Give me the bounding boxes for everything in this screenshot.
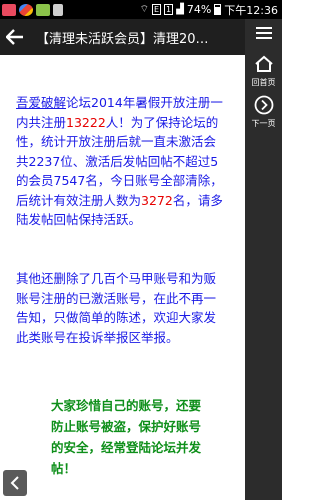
text-line: 后统计有效注册人数为3272名，请多 [16, 191, 245, 211]
home-button[interactable]: 回首页 [245, 53, 282, 88]
floating-back-button[interactable] [3, 470, 27, 496]
page-title: 【清理未活跃会员】清理20… [36, 31, 209, 47]
side-panel: 回首页 下一页 [245, 19, 282, 500]
notification-icons [0, 3, 63, 16]
file-notification-icon [53, 3, 63, 16]
text-span: 后统计有效注册人数为 [16, 192, 142, 208]
forum-link[interactable]: 吾爱破解 [16, 95, 66, 110]
text-line: 共2237位、激活后发帖回帖不超过5 [16, 153, 219, 169]
signal-icon: ▟ [176, 4, 184, 15]
clock: 下午12:36 [224, 3, 278, 17]
text-line: 的安全，经常登陆论坛并发 [51, 440, 202, 455]
deletion-paragraph: 其他还删除了几百个马甲账号和为贩 账号注册的已激活账号，在此不再一 告知，只做简… [16, 269, 245, 347]
text-span: 人！为了保持论坛的 [105, 114, 219, 130]
text-line: 防止账号被盗，保护好账号 [51, 419, 202, 434]
next-circle-icon [253, 94, 275, 116]
text-line: 帖！ [51, 461, 77, 476]
android-notification-icon [36, 3, 50, 16]
text-line: 其他还删除了几百个马甲账号和为贩 [16, 271, 217, 286]
title-bar: 【清理未活跃会员】清理20… [0, 19, 245, 55]
chevron-left-icon [10, 476, 19, 490]
text-line: 的会员7547名，今日账号全部清除， [16, 173, 223, 188]
text-line: 告知，只做简单的陈述，欢迎大家发 [16, 310, 217, 325]
text-line: 此类账号在投诉举报区举报。 [16, 329, 179, 345]
next-page-button[interactable]: 下一页 [245, 94, 282, 129]
valid-count: 3272 [141, 192, 173, 208]
text-line: 吾爱破解论坛2014年暑假开放注册一 [16, 93, 245, 113]
text-line: 账号注册的已激活账号，在此不再一 [16, 290, 217, 306]
text-line: 大家珍惜自己的账号，还要 [51, 398, 202, 413]
text-span: 名，请多 [172, 192, 223, 208]
home-icon [253, 53, 275, 75]
menu-icon[interactable] [245, 19, 282, 47]
text-line: 性，统计开放注册后就一直未激活会 [16, 134, 217, 149]
text-span: 内共注册 [16, 114, 67, 130]
system-status: ⌔ E 1 ▟ 74% 下午12:36 [140, 0, 278, 19]
browser-notification-icon [19, 3, 33, 16]
network-type-icon: E [151, 4, 162, 15]
back-arrow-icon[interactable] [0, 19, 30, 55]
app-notification-icon [2, 3, 16, 16]
home-label: 回首页 [251, 78, 276, 87]
announcement-paragraph: 吾爱破解论坛2014年暑假开放注册一 内共注册13222人！为了保持论坛的 性，… [16, 93, 245, 230]
status-bar: ⌔ E 1 ▟ 74% 下午12:36 [0, 0, 282, 19]
text-line: 陆发帖回帖保持活跃。 [16, 212, 142, 227]
post-content: 吾爱破解论坛2014年暑假开放注册一 内共注册13222人！为了保持论坛的 性，… [0, 55, 245, 500]
notice-paragraph: 大家珍惜自己的账号，还要 防止账号被盗，保护好账号 的安全，经常登陆论坛并发 帖… [51, 395, 245, 479]
battery-icon [214, 4, 222, 15]
battery-percent: 74% [186, 3, 212, 16]
next-label: 下一页 [251, 119, 276, 128]
wifi-icon: ⌔ [139, 4, 149, 15]
sim-icon: 1 [164, 4, 174, 15]
text-span: 论坛2014年暑假开放注册一 [66, 95, 223, 110]
registered-count: 13222 [66, 114, 106, 130]
text-line: 内共注册13222人！为了保持论坛的 [16, 113, 245, 133]
